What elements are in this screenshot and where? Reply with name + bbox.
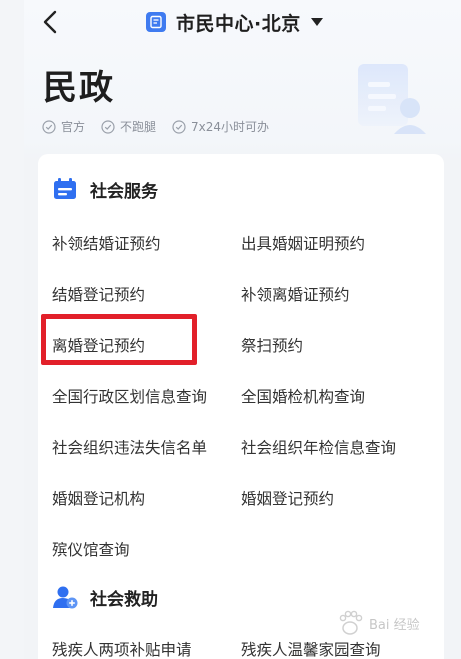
service-item-reissue-marriage-cert[interactable]: 补领结婚证预约 [52, 232, 161, 254]
user-plus-icon [53, 586, 78, 609]
city-service-icon [146, 12, 166, 32]
badge-official: 官方 [42, 118, 85, 135]
watermark-text: Bai 经验 [369, 617, 420, 633]
check-circle-icon [172, 119, 186, 134]
dropdown-caret-icon [310, 18, 323, 26]
page: 市民中心·北京 民政 官方 不跑腿 7x24小时可办 社会服务 补领结婚证预约 … [24, 0, 461, 659]
service-item-marriage-proof[interactable]: 出具婚姻证明预约 [241, 232, 365, 254]
back-button[interactable] [38, 8, 64, 36]
check-circle-icon [42, 119, 56, 134]
service-item-org-blacklist[interactable]: 社会组织违法失信名单 [52, 436, 207, 458]
badge-24h: 7x24小时可办 [172, 118, 269, 135]
section-title: 社会服务 [90, 181, 158, 202]
badge-no-visit: 不跑腿 [101, 118, 156, 135]
service-item-divorce-registration[interactable]: 离婚登记预约 [52, 334, 145, 356]
service-item-org-annual-check[interactable]: 社会组织年检信息查询 [241, 436, 396, 458]
document-user-illustration [358, 64, 426, 134]
section-title: 社会救助 [90, 589, 158, 610]
service-item-funeral-home-query[interactable]: 殡仪馆查询 [52, 538, 130, 560]
category-heading: 民政 [43, 68, 115, 108]
service-item-admin-division-query[interactable]: 全国行政区划信息查询 [52, 385, 207, 407]
back-arrow-icon [43, 10, 57, 34]
city-selector[interactable]: 市民中心·北京 [146, 9, 323, 35]
service-item-disability-subsidy[interactable]: 残疾人两项补贴申请 [52, 638, 192, 659]
check-circle-icon [101, 119, 115, 134]
section-social-services: 社会服务 [38, 176, 158, 202]
service-item-tomb-sweeping[interactable]: 祭扫预约 [241, 334, 303, 356]
page-title: 市民中心·北京 [176, 12, 301, 35]
badge-row: 官方 不跑腿 7x24小时可办 [42, 118, 285, 135]
service-item-reissue-divorce-cert[interactable]: 补领离婚证预约 [241, 283, 350, 305]
section-social-assistance: 社会救助 [38, 584, 158, 610]
service-item-premarital-check-query[interactable]: 全国婚检机构查询 [241, 385, 365, 407]
paw-logo-icon [339, 610, 363, 635]
service-item-marriage-appointment[interactable]: 婚姻登记预约 [241, 487, 334, 509]
top-bar: 市民中心·北京 [24, 0, 461, 44]
service-card: 社会服务 补领结婚证预约 出具婚姻证明预约 结婚登记预约 补领离婚证预约 离婚登… [38, 154, 444, 659]
service-item-marriage-registration[interactable]: 结婚登记预约 [52, 283, 145, 305]
watermark: Bai 经验 [335, 603, 460, 643]
calendar-icon [54, 178, 76, 199]
service-item-registry-office[interactable]: 婚姻登记机构 [52, 487, 145, 509]
